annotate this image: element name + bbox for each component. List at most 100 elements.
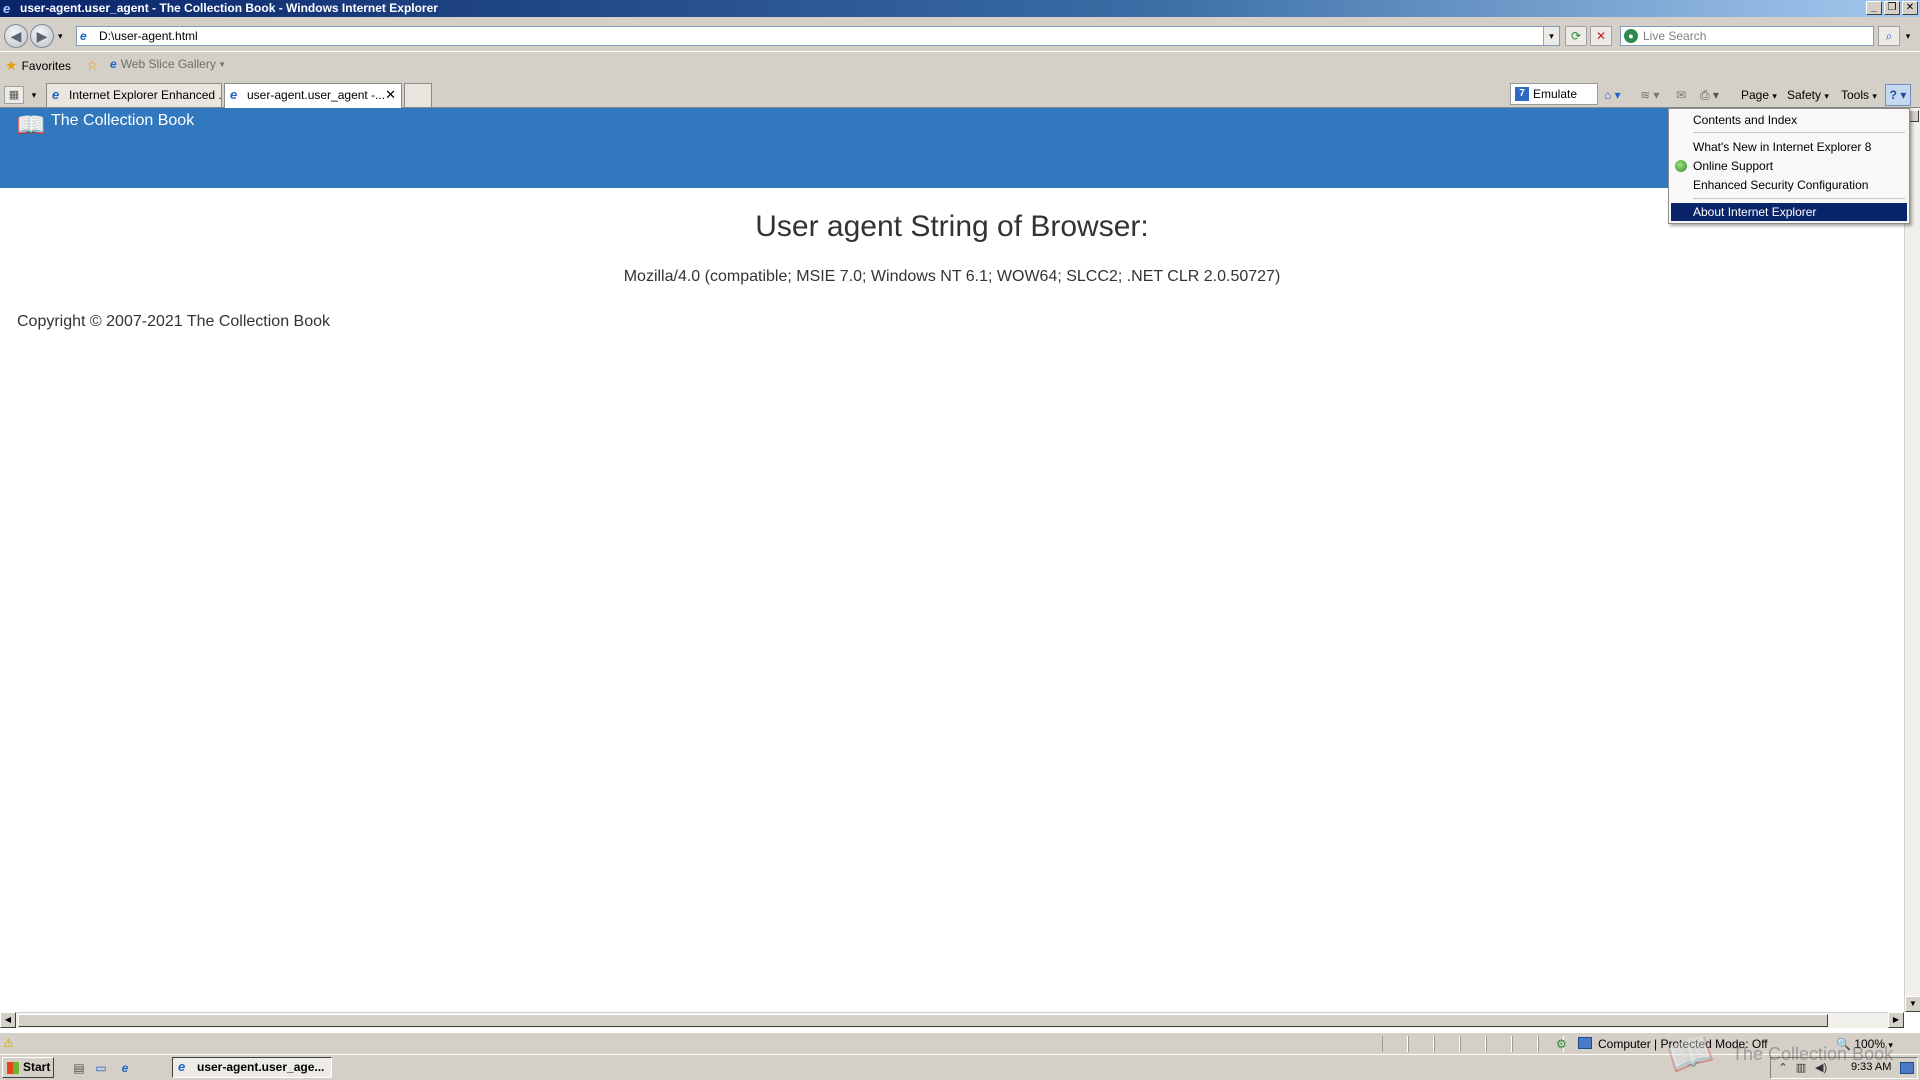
print-icon[interactable]: ⎙ ▾ [1700, 85, 1719, 105]
live-search-icon: ● [1624, 29, 1638, 43]
status-segment [1512, 1036, 1538, 1052]
status-segment [1434, 1036, 1460, 1052]
address-input[interactable]: D:\user-agent.html [99, 29, 198, 43]
scroll-down-arrow[interactable]: ▼ [1905, 996, 1920, 1012]
copyright-text: Copyright © 2007-2021 The Collection Boo… [17, 313, 331, 330]
security-status-icon[interactable]: ⚙ [1556, 1037, 1567, 1051]
online-support-icon [1675, 160, 1687, 172]
tools-menu[interactable]: Tools ▾ [1841, 85, 1877, 105]
vertical-scrollbar[interactable]: ▼ [1904, 108, 1920, 1012]
menu-item-about-ie[interactable]: About Internet Explorer [1671, 203, 1907, 221]
task-label: user-agent.user_age... [197, 1060, 325, 1074]
site-header: 📖 The Collection Book [0, 108, 1904, 188]
status-segment [1408, 1036, 1434, 1052]
chevron-down-icon: ▾ [219, 58, 225, 69]
horizontal-scroll-thumb[interactable] [18, 1014, 1828, 1027]
favorites-bar: ★ Favorites ☆ e Web Slice Gallery ▾ [0, 51, 1920, 78]
taskbar-ie-window[interactable]: e user-agent.user_age... [172, 1057, 332, 1078]
help-menu-button[interactable]: ? ▾ [1885, 84, 1911, 106]
menu-item-label: Online Support [1693, 159, 1774, 173]
page-title: User agent String of Browser: [755, 210, 1149, 243]
page-icon: e [80, 29, 87, 43]
watermark-text: The Collection Book [1732, 1044, 1894, 1064]
book-logo-icon: 📖 [16, 112, 46, 139]
ie-logo-icon: e [3, 1, 11, 16]
emulate-ie7-button[interactable]: 7 Emulate IE7 [1510, 83, 1598, 121]
home-icon[interactable]: ⌂ ▾ [1604, 85, 1621, 105]
ie-task-icon: e [178, 1059, 186, 1074]
web-slice-icon: e [110, 57, 117, 71]
stop-button[interactable]: ✕ [1590, 26, 1612, 46]
page-menu[interactable]: Page ▾ [1741, 85, 1777, 105]
site-name-link[interactable]: The Collection Book [51, 112, 194, 130]
menu-item-label: About Internet Explorer [1693, 205, 1817, 219]
status-segment [1460, 1036, 1486, 1052]
chevron-down-icon: ▾ [1872, 91, 1877, 101]
tab-user-agent[interactable]: e user-agent.user_agent -... ✕ [224, 83, 402, 108]
menu-item-whats-new[interactable]: What's New in Internet Explorer 8 [1671, 138, 1907, 156]
window-title-bar[interactable]: e user-agent.user_agent - The Collection… [0, 0, 1920, 17]
status-segment [1486, 1036, 1512, 1052]
watermark-book-icon: 📖 [1662, 1027, 1718, 1080]
status-bar: ⚠ ⚙ Computer | Protected Mode: Off 🔍 100… [0, 1032, 1920, 1054]
scroll-right-arrow[interactable]: ▶ [1888, 1012, 1904, 1028]
favorites-label: Favorites [21, 58, 71, 73]
tab-label: user-agent.user_agent -... [247, 88, 386, 102]
status-segment [1382, 1036, 1408, 1052]
menu-item-enhanced-security[interactable]: Enhanced Security Configuration [1671, 176, 1907, 194]
minimize-button[interactable]: _ [1866, 1, 1882, 15]
menu-item-online-support[interactable]: Online Support [1671, 157, 1907, 175]
emulate-icon: 7 [1515, 87, 1529, 101]
recent-pages-dropdown[interactable]: ▾ [58, 31, 63, 42]
address-dropdown-button[interactable]: ▾ [1543, 27, 1559, 45]
show-desktop-icon[interactable]: ▭ [94, 1061, 108, 1075]
close-tab-icon[interactable]: ✕ [385, 84, 396, 106]
server-manager-icon[interactable]: ▤ [72, 1061, 86, 1075]
address-bar[interactable]: e D:\user-agent.html ▾ [76, 26, 1560, 46]
window-title: user-agent.user_agent - The Collection B… [20, 1, 438, 15]
scroll-left-arrow[interactable]: ◀ [0, 1012, 16, 1028]
menu-item-label: What's New in Internet Explorer 8 [1693, 140, 1872, 154]
safety-menu-label: Safety [1787, 88, 1822, 102]
chevron-down-icon: ▾ [1772, 91, 1777, 101]
refresh-button[interactable]: ⟳ [1565, 26, 1587, 46]
new-tab-button[interactable] [404, 83, 432, 107]
mail-icon[interactable]: ✉ [1676, 85, 1686, 105]
quick-tabs-button[interactable]: ▦ [4, 86, 24, 104]
horizontal-scrollbar[interactable]: ◀ ▶ [0, 1012, 1904, 1028]
safety-menu[interactable]: Safety ▾ [1787, 85, 1829, 105]
search-button[interactable]: ⌕ [1878, 26, 1900, 46]
tab-bar: ▦ ▾ e Internet Explorer Enhanced ... e u… [0, 78, 1920, 121]
add-to-favorites-bar-button[interactable]: ☆ [86, 57, 99, 74]
menu-item-label: Contents and Index [1693, 113, 1798, 127]
favorites-star-icon: ★ [5, 57, 18, 73]
start-label: Start [23, 1060, 51, 1074]
search-box[interactable]: ● Live Search [1620, 26, 1874, 46]
add-favorite-icon: ☆ [86, 57, 99, 73]
navigation-bar: ◀ ▶ ▾ e D:\user-agent.html ▾ ⟳ ✕ ● Live … [0, 19, 1920, 51]
back-button[interactable]: ◀ [4, 24, 28, 48]
search-input[interactable]: Live Search [1643, 29, 1706, 43]
web-slice-gallery-link[interactable]: e Web Slice Gallery ▾ [110, 57, 224, 71]
close-window-button[interactable]: ✕ [1902, 1, 1918, 15]
windows-flag-icon [7, 1062, 19, 1074]
start-button[interactable]: Start [2, 1057, 54, 1078]
feeds-icon[interactable]: ≋ ▾ [1640, 85, 1659, 105]
page-menu-label: Page [1741, 88, 1770, 102]
ie-tab-icon: e [52, 87, 60, 102]
taskbar: Start ▤ ▭ e e user-agent.user_age... ⌃ ▥… [0, 1054, 1920, 1080]
favorites-button[interactable]: ★ Favorites [5, 57, 71, 74]
restore-button[interactable]: ❐ [1884, 1, 1900, 15]
warning-icon: ⚠ [3, 1036, 14, 1050]
chevron-down-icon: ▾ [1824, 91, 1829, 101]
window-controls: _ ❐ ✕ [1866, 1, 1918, 15]
tab-list-dropdown[interactable]: ▾ [28, 86, 40, 104]
search-options-dropdown[interactable]: ▾ [1902, 26, 1914, 46]
menu-item-contents-index[interactable]: Contents and Index [1671, 111, 1907, 129]
web-slice-label: Web Slice Gallery [120, 57, 216, 71]
computer-zone-icon [1578, 1037, 1592, 1049]
forward-button[interactable]: ▶ [30, 24, 54, 48]
ie-quicklaunch-icon[interactable]: e [118, 1061, 132, 1075]
tab-ie-enhanced[interactable]: e Internet Explorer Enhanced ... [46, 83, 222, 107]
tab-label: Internet Explorer Enhanced ... [69, 88, 222, 102]
